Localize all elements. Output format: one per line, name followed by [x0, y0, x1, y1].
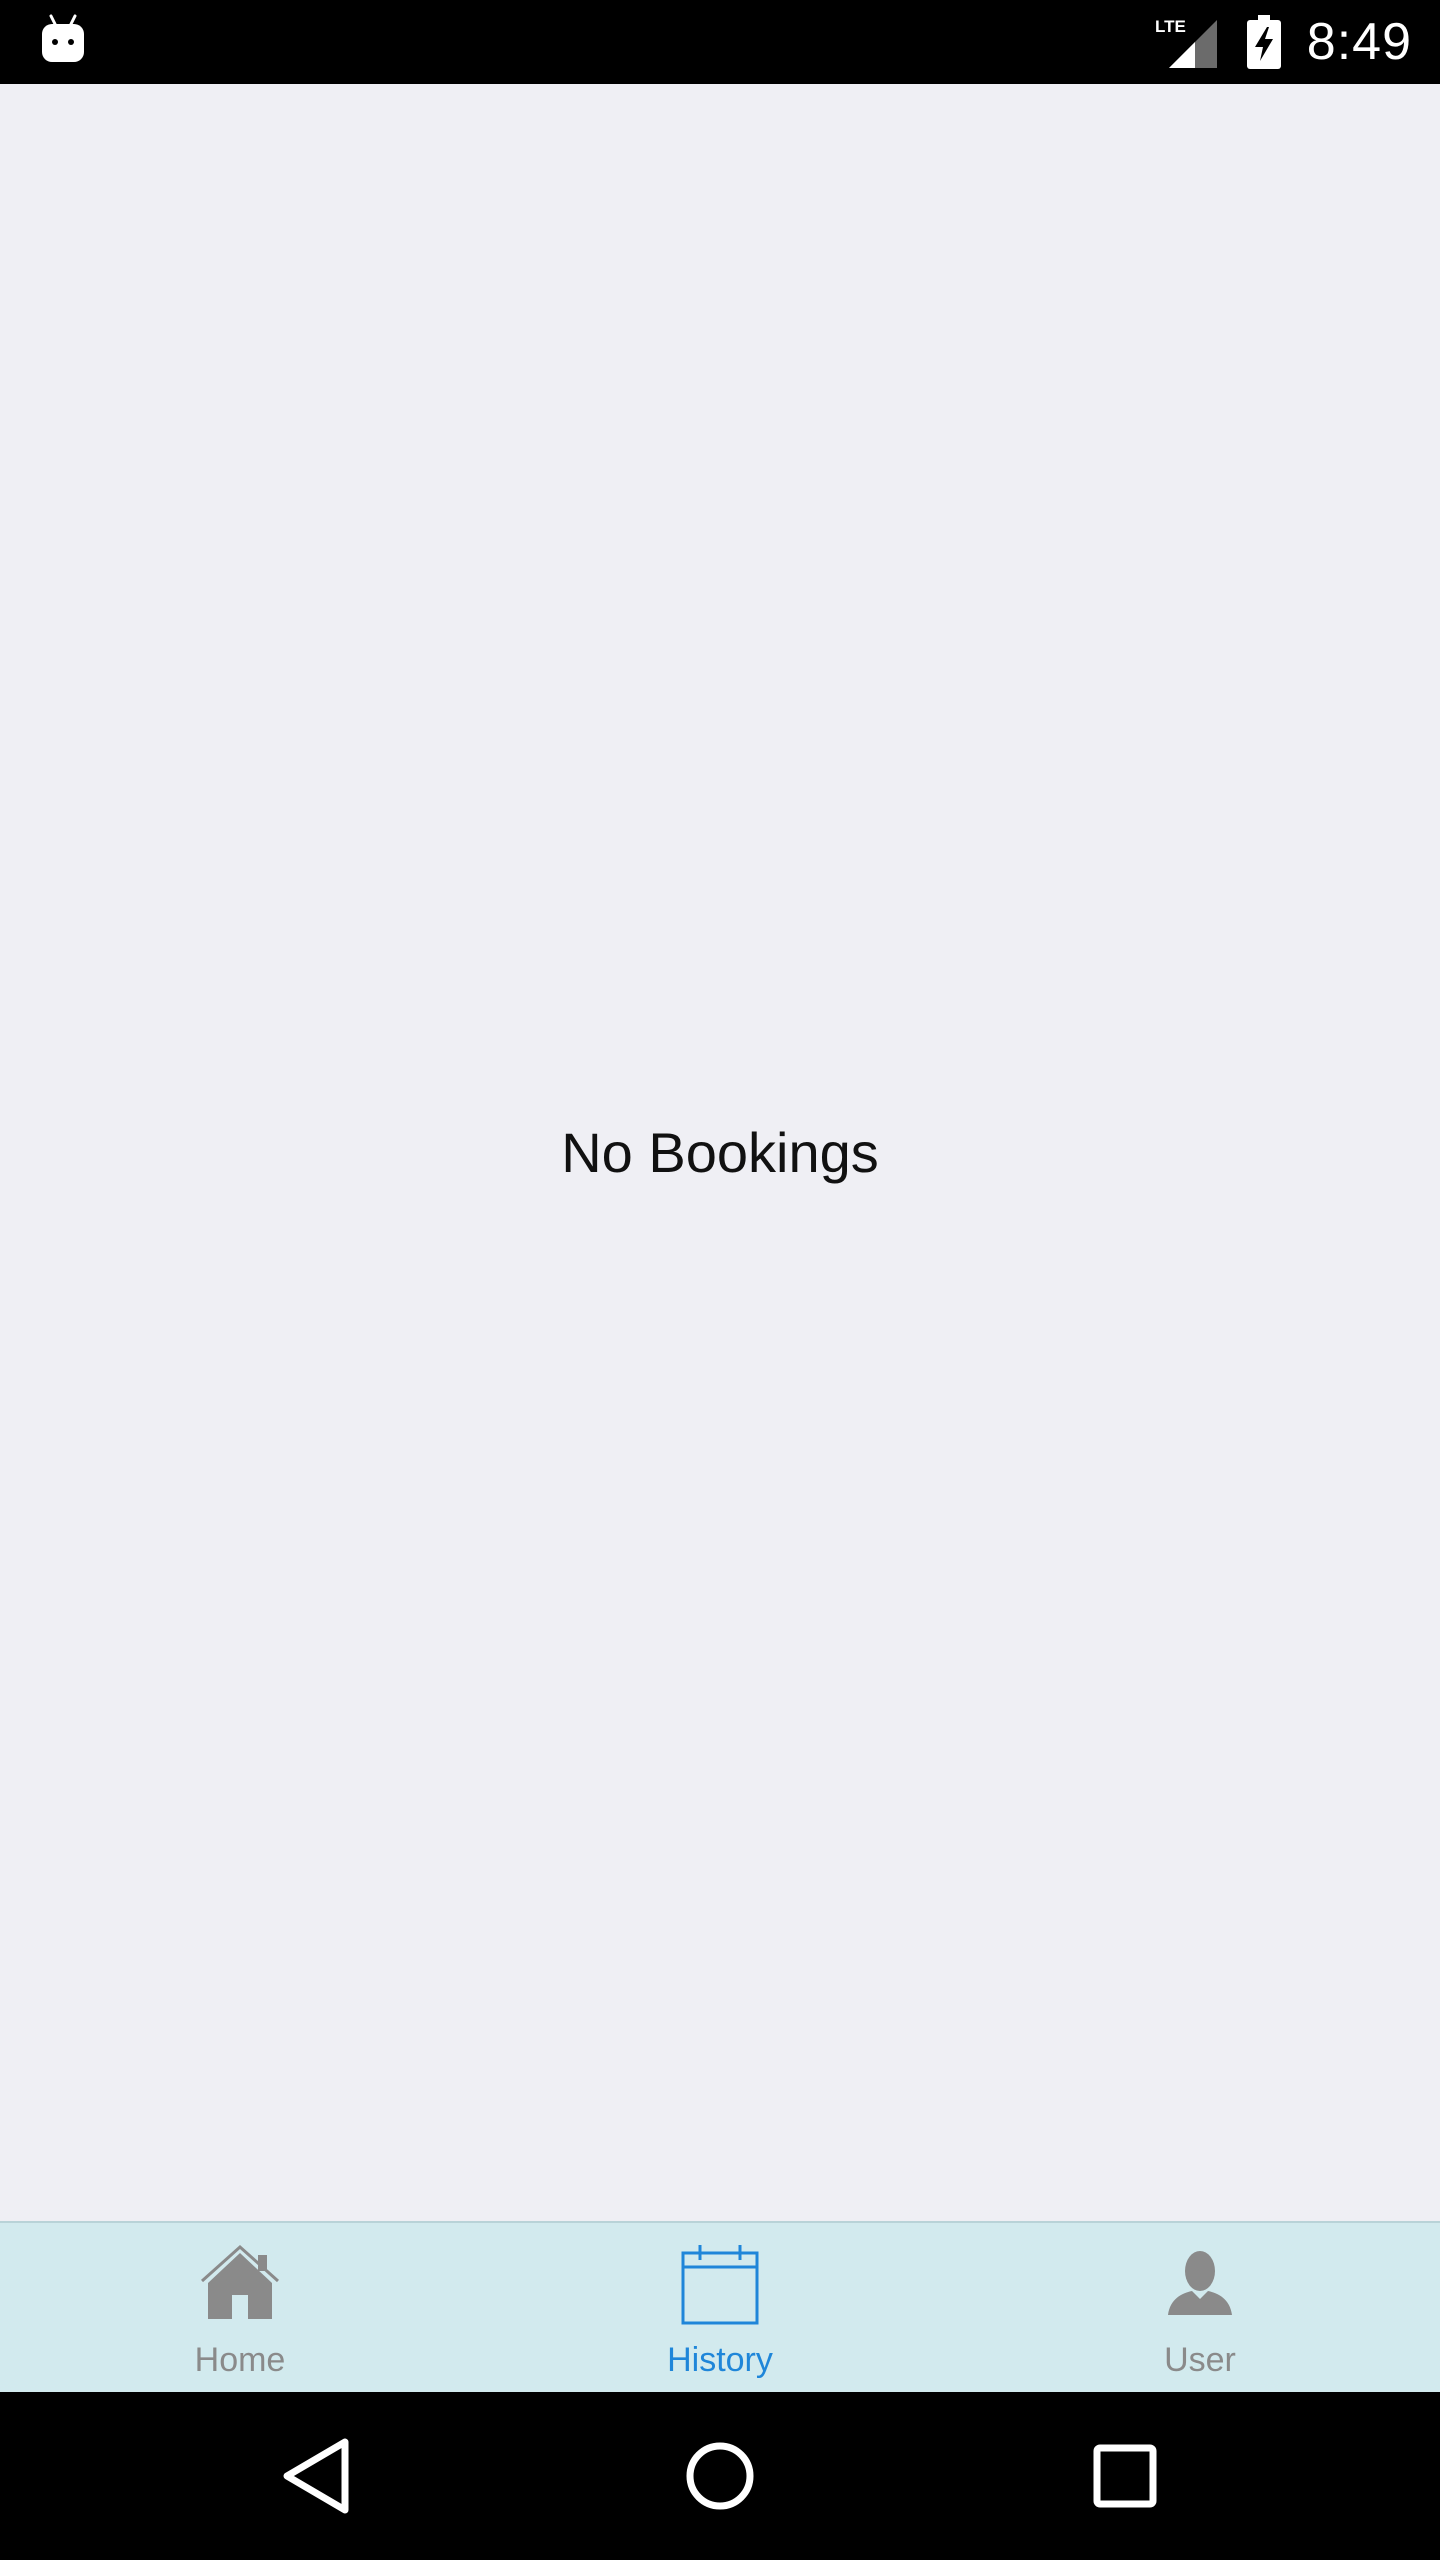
calendar-icon: [681, 2245, 759, 2325]
back-icon[interactable]: [265, 2426, 365, 2526]
android-notification-icon: [42, 14, 84, 62]
home-icon: [200, 2244, 280, 2319]
recents-icon[interactable]: [1075, 2426, 1175, 2526]
tab-user-label: User: [1164, 2341, 1236, 2379]
tab-bar: Home History User: [0, 2221, 1440, 2392]
home-circle-icon[interactable]: [670, 2426, 770, 2526]
tab-history-label: History: [667, 2341, 773, 2379]
tab-home-label: Home: [194, 2341, 286, 2379]
tab-user[interactable]: User: [960, 2223, 1440, 2392]
user-icon: [1168, 2251, 1232, 2315]
system-nav-bar: [0, 2392, 1440, 2560]
empty-bookings-message: No Bookings: [561, 1121, 879, 1184]
tab-history[interactable]: History: [480, 2223, 960, 2392]
lte-signal-icon: LTE: [1155, 17, 1217, 68]
battery-charging-icon: [1246, 15, 1281, 69]
status-bar: LTE 8:49: [0, 0, 1440, 84]
status-time: 8:49: [1306, 13, 1412, 71]
svg-text:LTE: LTE: [1155, 17, 1186, 36]
main-content: No Bookings: [0, 84, 1440, 2221]
tab-home[interactable]: Home: [0, 2223, 480, 2392]
